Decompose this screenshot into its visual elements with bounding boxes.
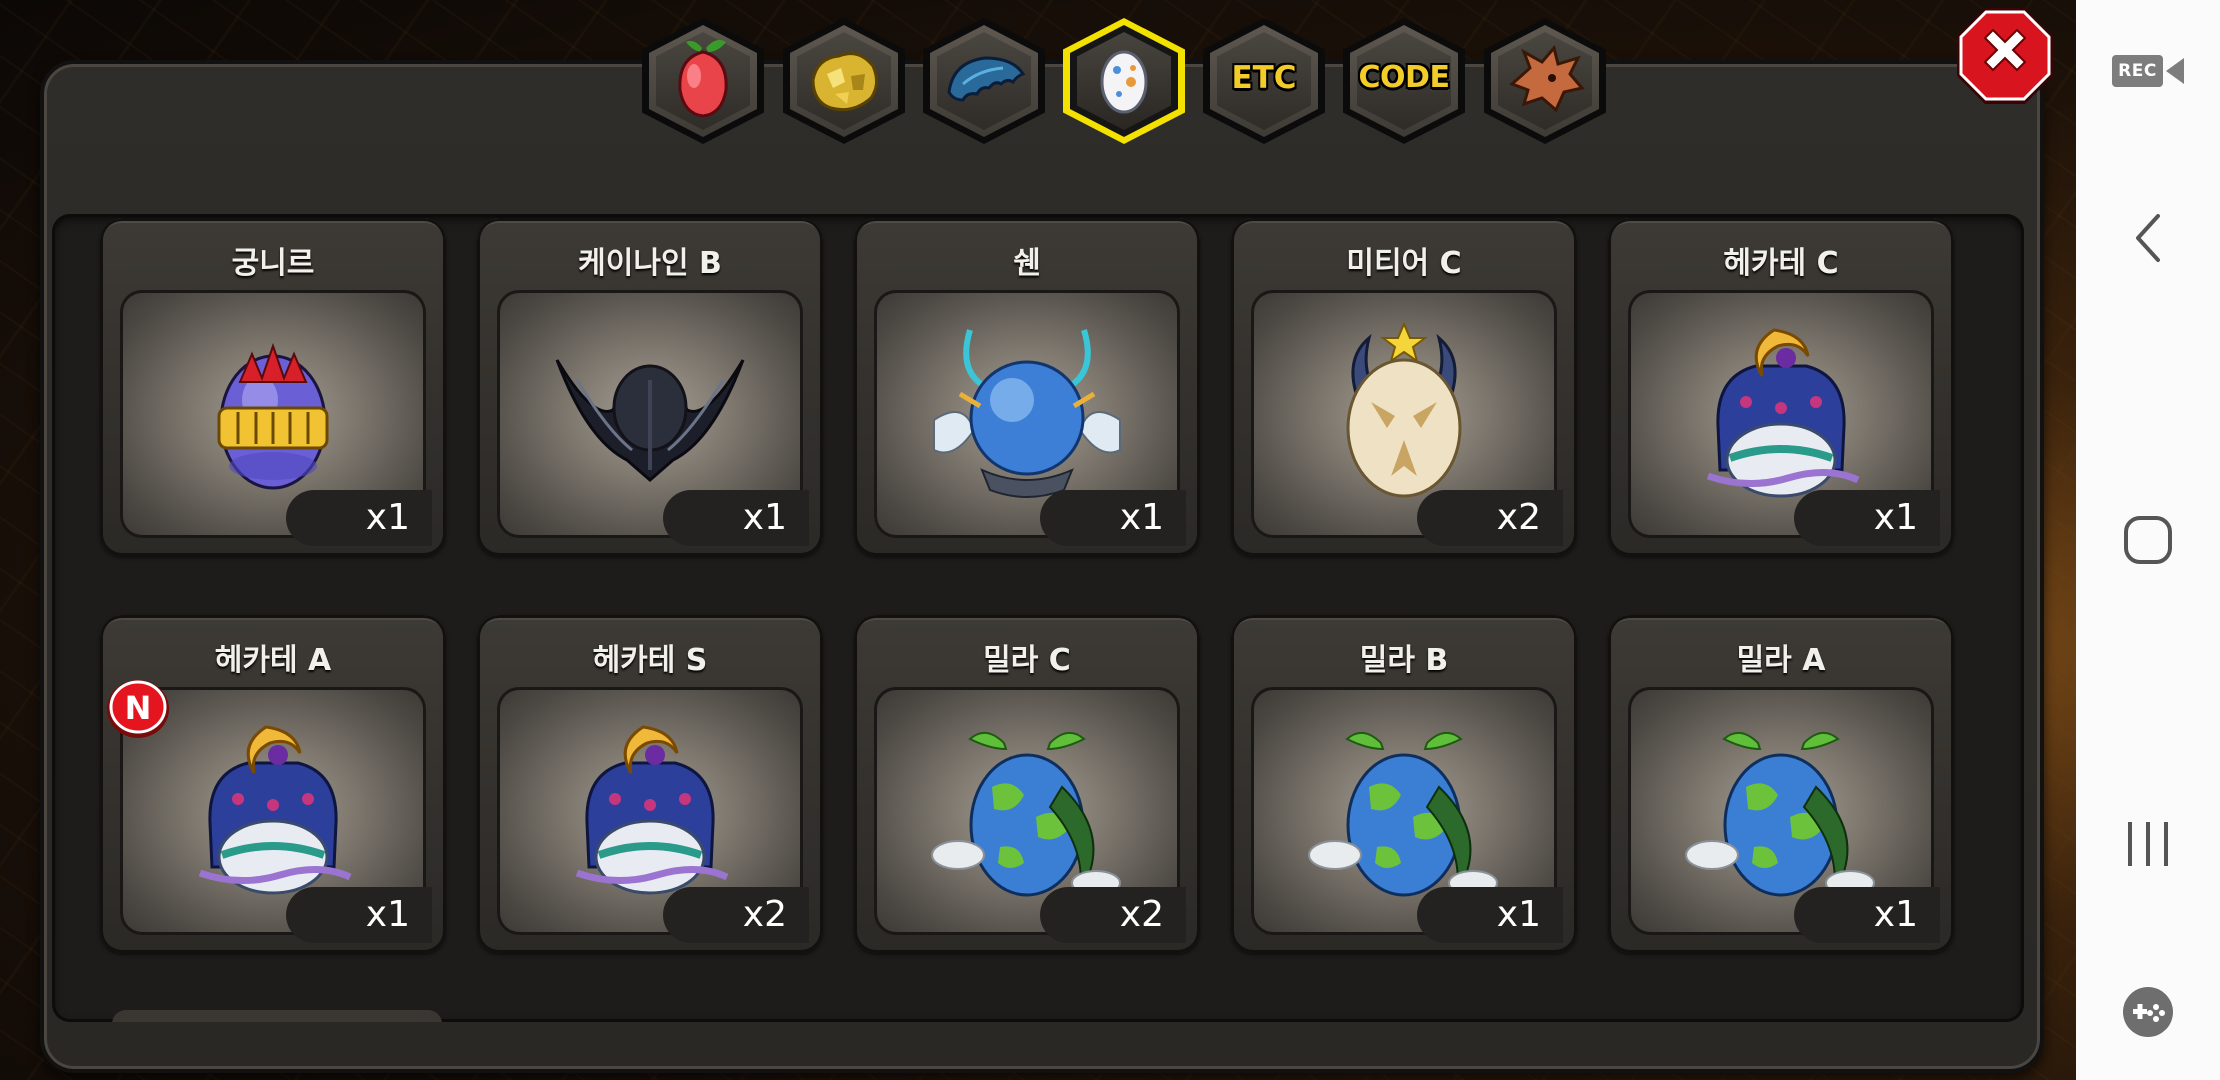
ore-icon — [811, 52, 878, 112]
item-name: 궁니르 — [231, 246, 315, 281]
item-quantity: x1 — [663, 490, 809, 546]
home-icon — [2124, 516, 2172, 564]
item-name: 헤카테 S — [592, 643, 708, 678]
new-badge: N — [107, 680, 169, 738]
item-card-hecate-c[interactable]: 헤카테 C x1 — [1608, 218, 1954, 556]
item-name: 케이나인 B — [578, 246, 722, 281]
item-name: 쉔 — [1013, 246, 1041, 281]
item-card-mila-b[interactable]: 밀라 B x1 — [1231, 615, 1577, 953]
item-name: 미티어 C — [1346, 246, 1462, 281]
item-image-well: x1 — [120, 290, 432, 546]
scale-icon — [947, 56, 1026, 102]
item-card-hecate-s[interactable]: 헤카테 S x2 — [477, 615, 823, 953]
category-tabs: ETC CODE — [0, 18, 2076, 148]
rec-camera-icon — [2165, 58, 2184, 84]
tab-ore[interactable] — [783, 18, 905, 144]
item-quantity: x1 — [1417, 887, 1563, 943]
item-name: 헤카테 A — [214, 643, 332, 678]
tab-fruit[interactable] — [642, 18, 764, 144]
item-name: 밀라 A — [1736, 643, 1826, 678]
item-name: 밀라 C — [983, 643, 1071, 678]
tab-code[interactable]: CODE — [1343, 18, 1465, 144]
tab-etc[interactable]: ETC — [1203, 18, 1325, 144]
item-quantity: x2 — [663, 887, 809, 943]
item-image-well: x1 — [1628, 687, 1940, 943]
item-image-well: x2 — [1251, 290, 1563, 546]
fruit-icon — [678, 40, 728, 118]
next-row-peek — [112, 1010, 442, 1022]
rec-label: REC — [2112, 55, 2163, 87]
item-quantity: x2 — [1040, 887, 1186, 943]
item-card-mila-c[interactable]: 밀라 C x2 — [854, 615, 1200, 953]
item-quantity: x1 — [1794, 887, 1940, 943]
recents-icon — [2128, 822, 2168, 866]
item-card-hecate-a[interactable]: 헤카테 A x1 N — [100, 615, 446, 953]
dragon-head-icon — [1509, 44, 1585, 113]
item-quantity: x1 — [1040, 490, 1186, 546]
tab-dragon[interactable] — [1484, 18, 1606, 144]
item-image-well: x1 — [1251, 687, 1563, 943]
item-image-well: x1 — [874, 290, 1186, 546]
screen-record-indicator[interactable]: REC — [2076, 46, 2220, 96]
item-name: 밀라 B — [1359, 643, 1449, 678]
system-navigation-bar: REC — [2076, 0, 2220, 1080]
item-image-well: x2 — [497, 687, 809, 943]
item-quantity: x1 — [286, 887, 432, 943]
tab-egg[interactable] — [1063, 18, 1185, 144]
tab-scale[interactable] — [923, 18, 1045, 144]
item-card-meteor-c[interactable]: 미티어 C x2 — [1231, 218, 1577, 556]
game-tools-icon — [2123, 987, 2173, 1037]
item-quantity: x1 — [1794, 490, 1940, 546]
item-card-gungnir[interactable]: 궁니르 x1 — [100, 218, 446, 556]
recents-button[interactable] — [2076, 812, 2220, 876]
tab-etc-label: ETC — [1231, 60, 1297, 96]
tab-code-label: CODE — [1358, 60, 1450, 95]
back-icon — [2136, 214, 2160, 262]
item-quantity: x2 — [1417, 490, 1563, 546]
item-image-well: x1 — [497, 290, 809, 546]
game-tools-button[interactable] — [2076, 980, 2220, 1044]
item-name: 헤카테 C — [1723, 246, 1839, 281]
back-button[interactable] — [2076, 206, 2220, 270]
item-card-shen[interactable]: 쉔 x1 — [854, 218, 1200, 556]
home-button[interactable] — [2076, 508, 2220, 572]
item-image-well: x1 — [1628, 290, 1940, 546]
egg-icon — [1100, 50, 1148, 114]
item-image-well: x2 — [874, 687, 1186, 943]
item-card-mila-a[interactable]: 밀라 A x1 — [1608, 615, 1954, 953]
close-button[interactable] — [1955, 6, 2055, 106]
item-grid[interactable]: 궁니르 x1 케이나인 B x1 쉔 x1 미티어 C x2 헤카테 C x1 … — [52, 214, 2024, 1022]
item-quantity: x1 — [286, 490, 432, 546]
new-badge-label: N — [125, 689, 152, 727]
item-card-canine-b[interactable]: 케이나인 B x1 — [477, 218, 823, 556]
